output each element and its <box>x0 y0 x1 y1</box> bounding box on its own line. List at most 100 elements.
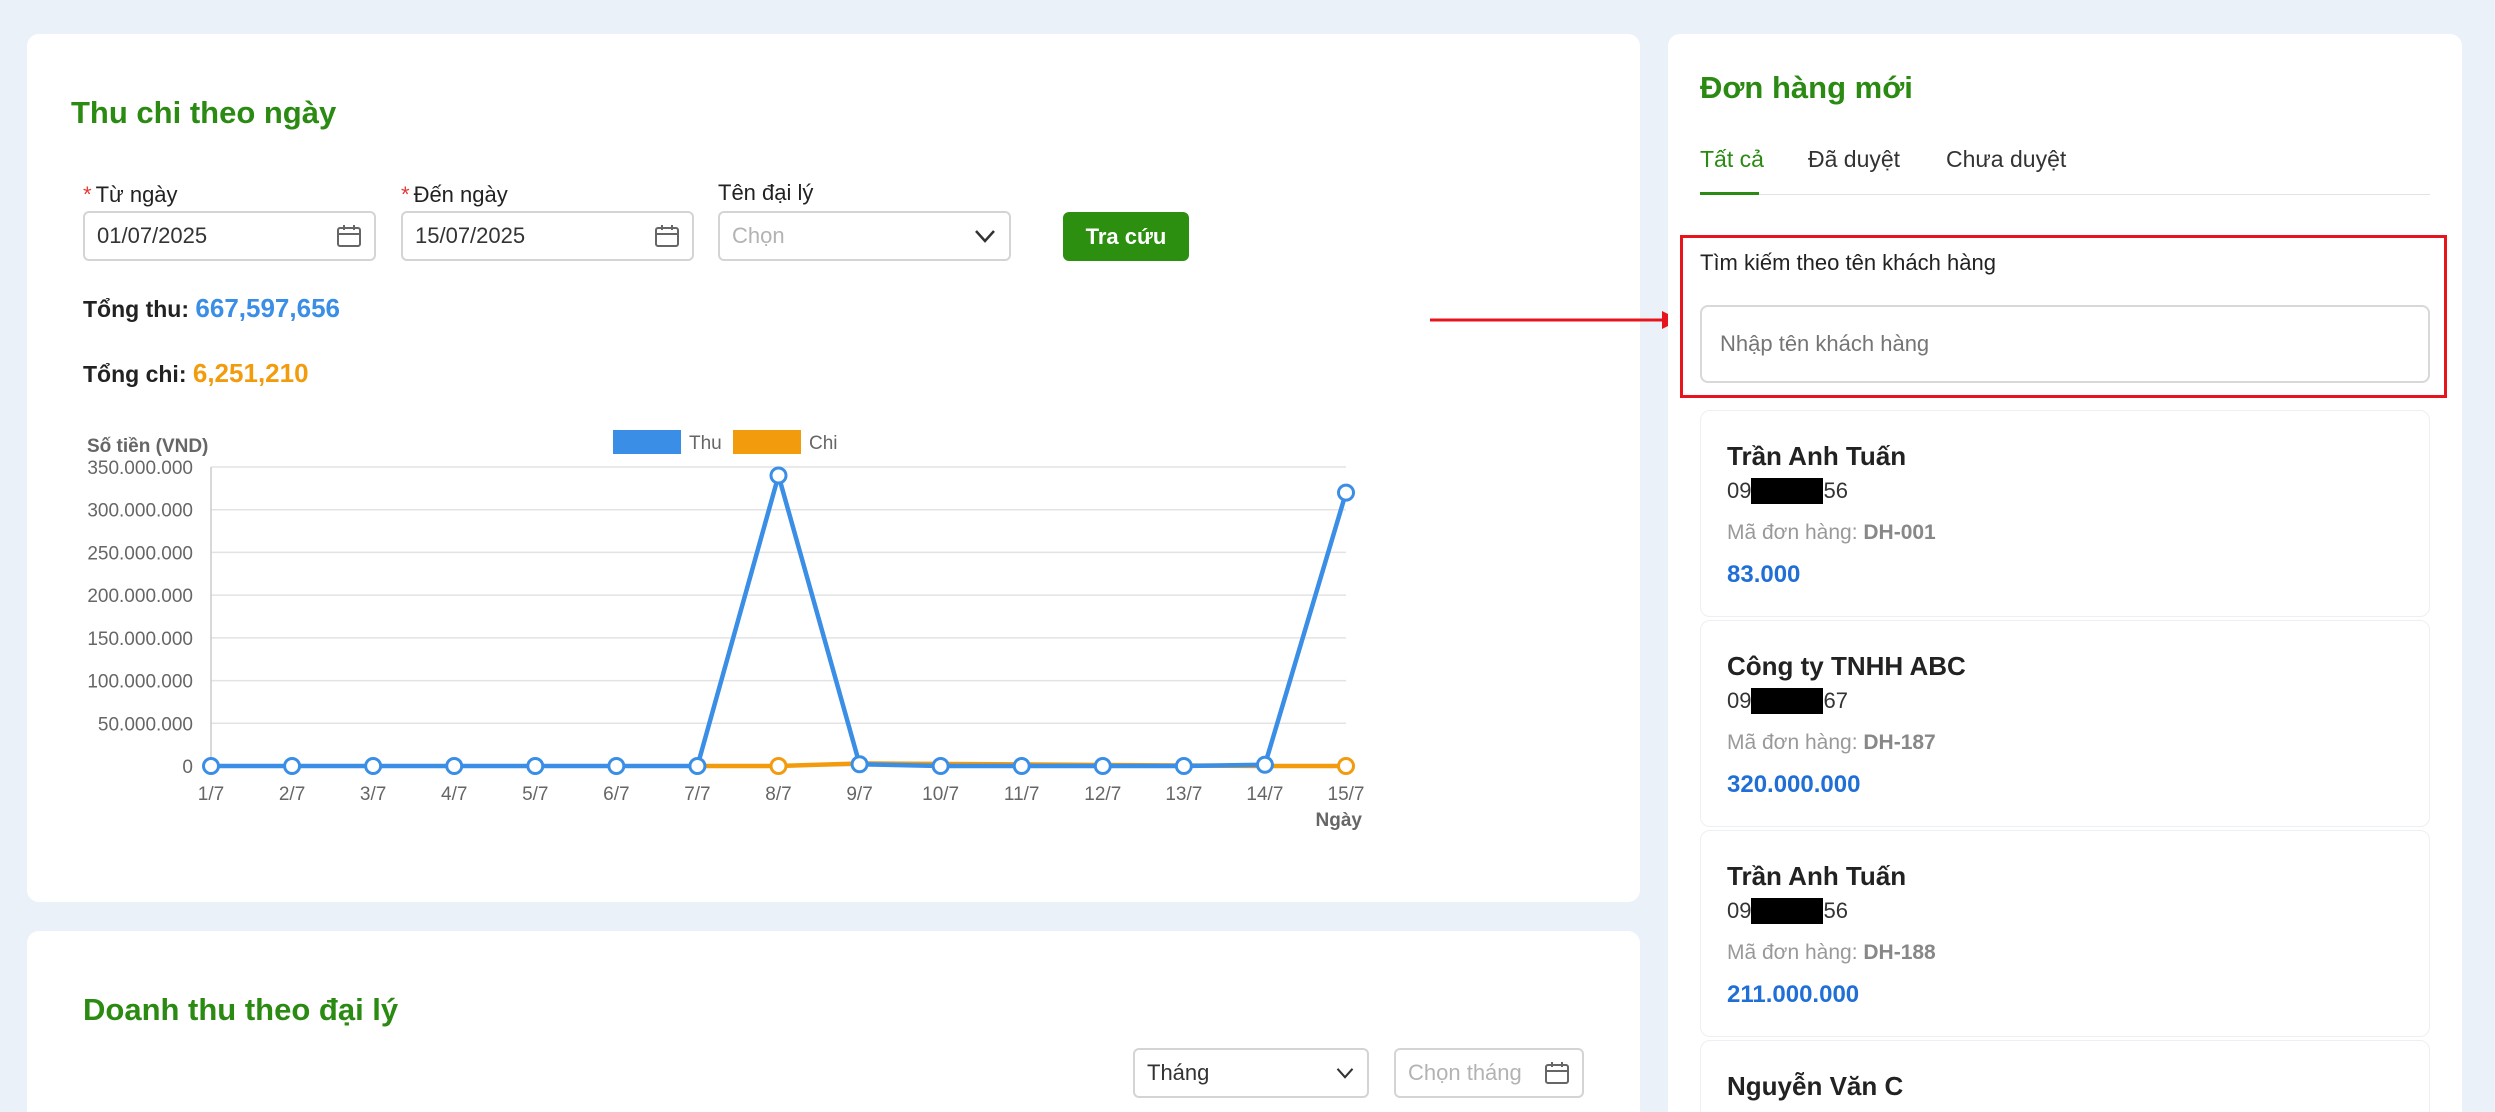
data-point-chi <box>1337 757 1355 775</box>
order-card[interactable]: Trần Anh Tuấn 09 56 Mã đơn hàng: DH-001 8… <box>1700 410 2430 617</box>
data-point-thu <box>283 757 302 775</box>
chevron-down-icon <box>975 230 995 243</box>
daily-title: Thu chi theo ngày <box>71 95 337 130</box>
customer-phone: 09 56 <box>1727 478 1848 504</box>
total-out-value: 6,251,210 <box>192 358 309 388</box>
search-button[interactable]: Tra cứu <box>1063 212 1189 261</box>
chevron-down-icon <box>1336 1068 1354 1079</box>
data-point-chi <box>769 757 788 775</box>
agent-label: Tên đại lý <box>718 180 814 205</box>
tab-all[interactable]: Tất cả <box>1700 146 1764 173</box>
to-date-field[interactable]: 15/07/2025 <box>401 211 694 261</box>
legend-swatch <box>613 430 681 454</box>
month-picker[interactable]: Chọn tháng <box>1394 1048 1584 1098</box>
x-tick-label: 13/7 <box>1165 784 1202 805</box>
legend-label: Thu <box>689 433 722 454</box>
from-date-label: * Từ ngày <box>83 182 178 207</box>
x-tick-label: 1/7 <box>198 784 224 805</box>
x-tick-label: 5/7 <box>522 784 548 805</box>
data-point-thu <box>1174 757 1193 775</box>
data-point-thu <box>445 757 464 775</box>
customer-name: Nguyễn Văn C <box>1727 1071 1904 1101</box>
order-code: Mã đơn hàng: DH-001 <box>1727 521 1936 544</box>
customer-name: Trần Anh Tuấn <box>1727 861 1907 891</box>
agent-select[interactable]: Chọn <box>718 211 1011 261</box>
period-select[interactable]: Tháng <box>1133 1048 1369 1098</box>
y-axis-title: Số tiền (VND) <box>87 436 208 457</box>
phone-mask <box>1751 688 1824 714</box>
total-out: Tổng chi: 6,251,210 <box>83 358 309 388</box>
data-point-thu <box>526 757 545 775</box>
y-tick-label: 150.000.000 <box>87 629 193 650</box>
series-line-thu <box>211 473 1349 769</box>
calendar-icon[interactable] <box>1544 1060 1570 1086</box>
x-tick-label: 15/7 <box>1328 784 1365 805</box>
tab-active-indicator <box>1700 192 1759 195</box>
x-tick-label: 14/7 <box>1246 784 1283 805</box>
orders-title: Đơn hàng mới <box>1700 70 1913 105</box>
data-point-thu <box>1093 757 1112 775</box>
calendar-icon[interactable] <box>336 223 362 249</box>
order-code: Mã đơn hàng: DH-187 <box>1727 731 1936 754</box>
customer-phone: 09 67 <box>1727 688 1848 714</box>
data-point-thu <box>769 466 788 485</box>
order-code: Mã đơn hàng: DH-188 <box>1727 941 1936 964</box>
daily-line-chart: 0 50.000.000 100.000.000 150.000.000 200.000… <box>87 430 1365 831</box>
data-point-thu <box>1337 483 1355 502</box>
x-tick-label: 8/7 <box>765 784 791 805</box>
x-axis-title: Ngày <box>1316 810 1363 831</box>
data-point-thu <box>607 757 626 775</box>
x-tick-label: 10/7 <box>922 784 959 805</box>
agent-revenue-title: Doanh thu theo đại lý <box>83 992 399 1027</box>
customer-phone: 09 56 <box>1727 898 1848 924</box>
legend-label: Chi <box>809 433 838 454</box>
customer-search-input[interactable] <box>1700 305 2430 383</box>
data-point-thu <box>202 757 220 775</box>
x-tick-label: 4/7 <box>441 784 467 805</box>
tab-pending[interactable]: Chưa duyệt <box>1946 146 2066 173</box>
order-amount: 211.000.000 <box>1727 981 1860 1008</box>
total-in: Tổng thu: 667,597,656 <box>83 293 340 323</box>
order-card[interactable]: Nguyễn Văn C <box>1700 1040 2430 1112</box>
order-amount: 320.000.000 <box>1727 771 1861 798</box>
period-select-value: Tháng <box>1147 1060 1210 1085</box>
y-tick-label: 200.000.000 <box>87 586 193 607</box>
from-date-field[interactable]: 01/07/2025 <box>83 211 376 261</box>
data-point-thu <box>688 757 707 775</box>
calendar-icon[interactable] <box>654 223 680 249</box>
legend-swatch <box>733 430 801 454</box>
order-amount: 83.000 <box>1727 561 1801 588</box>
month-picker-placeholder: Chọn tháng <box>1408 1060 1522 1085</box>
y-tick-label: 300.000.000 <box>87 501 193 522</box>
y-tick-label: 350.000.000 <box>87 458 193 479</box>
order-card[interactable]: Trần Anh Tuấn 09 56 Mã đơn hàng: DH-188 2… <box>1700 830 2430 1037</box>
x-tick-label: 6/7 <box>603 784 629 805</box>
phone-mask <box>1751 898 1824 924</box>
tabs-divider <box>1700 194 2430 195</box>
order-card[interactable]: Công ty TNHH ABC 09 67 Mã đơn hàng: DH-18… <box>1700 620 2430 827</box>
phone-mask <box>1751 478 1824 504</box>
data-point-thu <box>364 757 383 775</box>
data-point-thu <box>850 755 869 774</box>
total-in-value: 667,597,656 <box>195 293 340 323</box>
to-date-value: 15/07/2025 <box>415 223 526 248</box>
x-tick-label: 7/7 <box>684 784 710 805</box>
x-tick-label: 12/7 <box>1084 784 1121 805</box>
y-tick-label: 250.000.000 <box>87 543 193 564</box>
data-point-thu <box>1012 757 1031 775</box>
agent-placeholder: Chọn <box>732 223 785 248</box>
to-date-label: * Đến ngày <box>401 182 508 207</box>
x-tick-label: 11/7 <box>1004 784 1040 805</box>
x-tick-label: 2/7 <box>279 784 305 805</box>
y-tick-label: 0 <box>182 757 193 778</box>
tab-approved[interactable]: Đã duyệt <box>1808 146 1900 173</box>
data-point-thu <box>931 757 950 775</box>
customer-name: Công ty TNHH ABC <box>1727 651 1966 681</box>
from-date-value: 01/07/2025 <box>97 223 208 248</box>
annotation-arrow <box>1430 311 1680 329</box>
x-tick-label: 3/7 <box>360 784 386 805</box>
data-point-thu <box>1255 755 1274 774</box>
customer-search-label: Tìm kiếm theo tên khách hàng <box>1700 250 1996 275</box>
y-tick-label: 100.000.000 <box>87 672 193 693</box>
x-tick-label: 9/7 <box>846 784 872 805</box>
